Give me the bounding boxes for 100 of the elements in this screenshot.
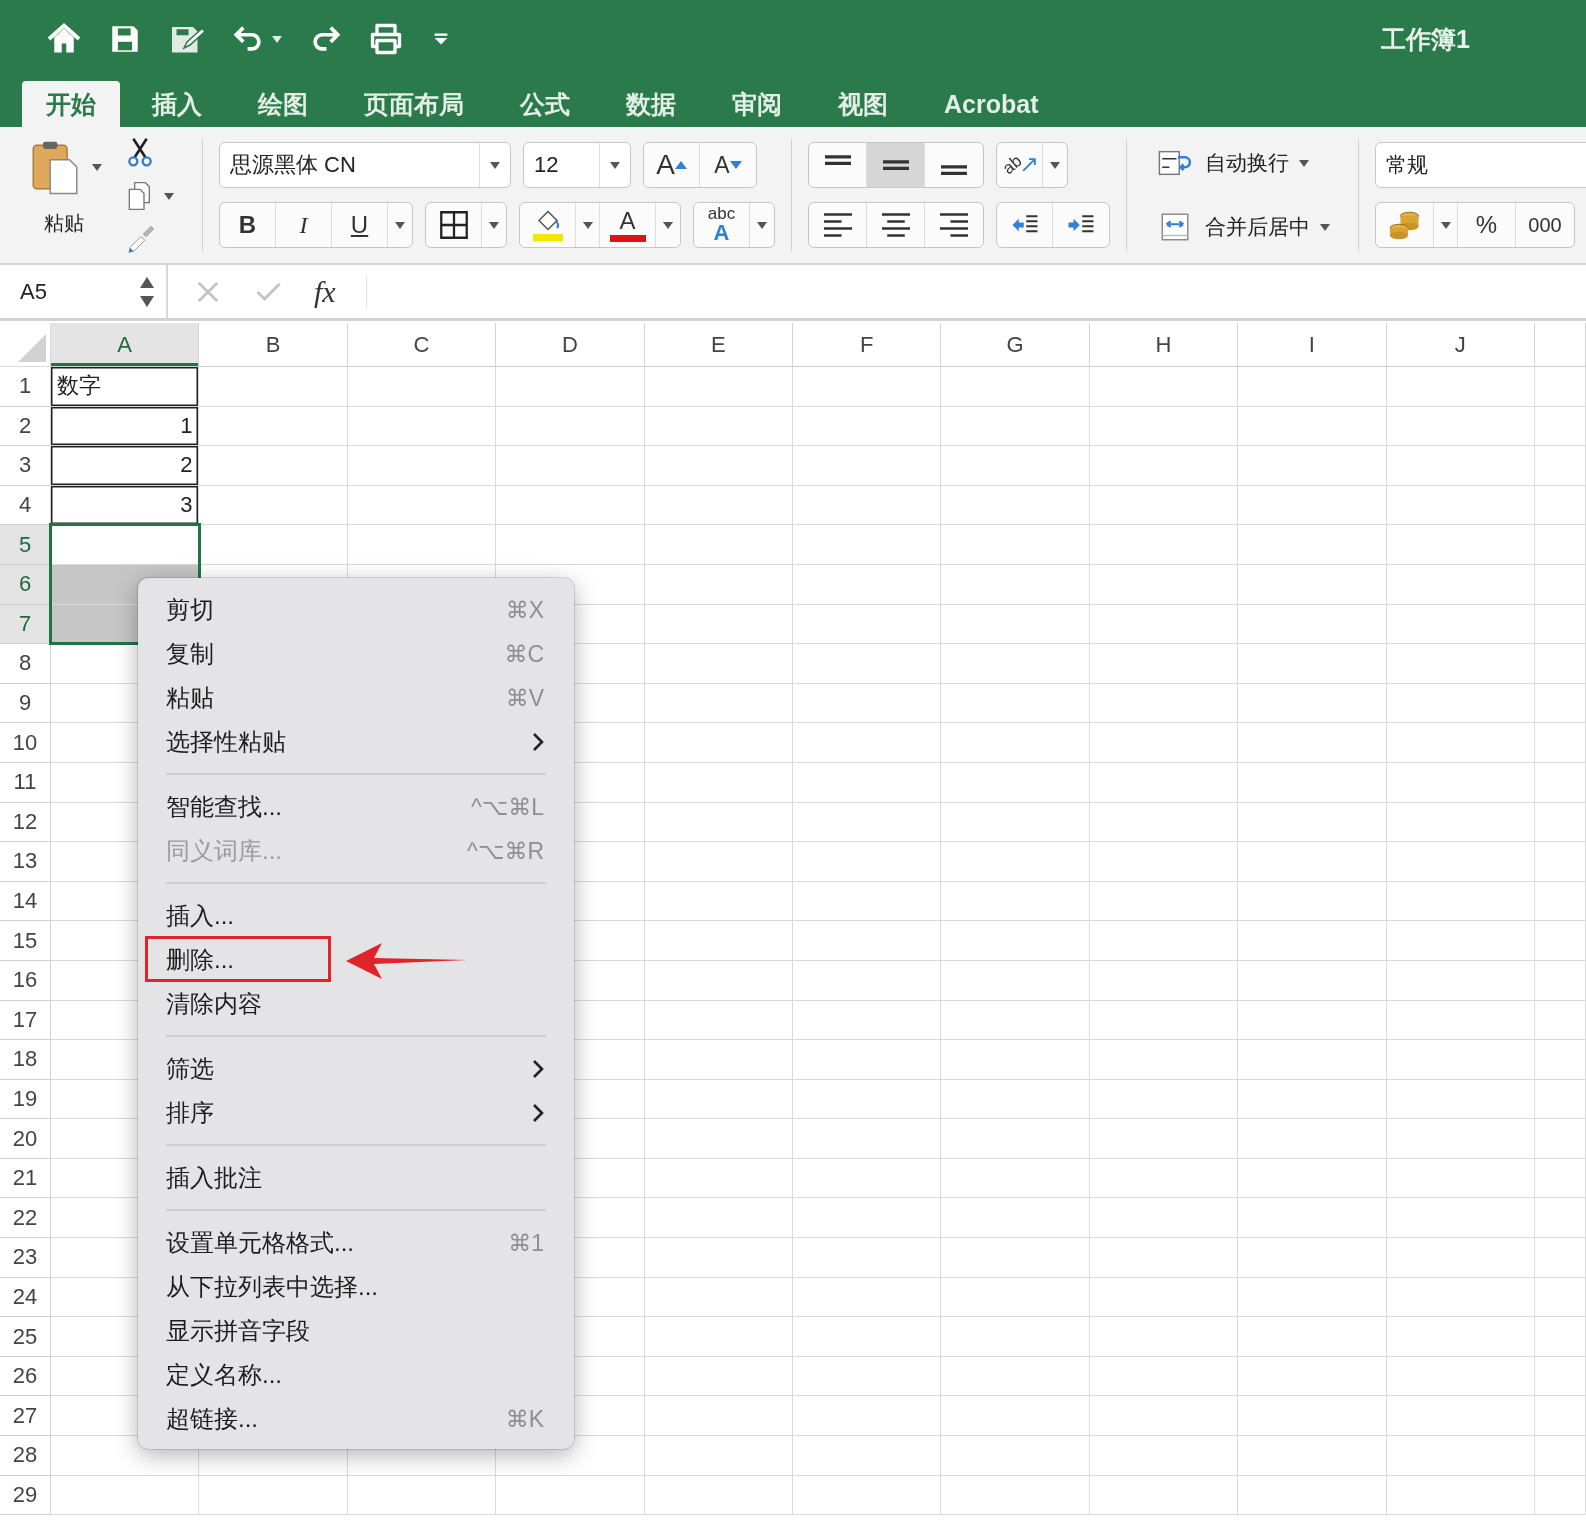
menu-item[interactable]: 超链接... ⌘K — [138, 1397, 574, 1441]
name-box[interactable]: A5 — [0, 265, 168, 318]
column-header[interactable]: H — [1089, 323, 1239, 367]
column-header[interactable]: B — [199, 323, 348, 367]
menu-item[interactable]: 清除内容 — [138, 982, 574, 1026]
row-header[interactable]: 23 — [0, 1238, 51, 1278]
underline-button[interactable]: U — [332, 203, 388, 247]
row-header[interactable]: 2 — [0, 406, 51, 447]
row-header[interactable]: 7 — [0, 604, 51, 645]
column-header[interactable]: E — [644, 323, 793, 367]
caret-icon[interactable] — [490, 161, 500, 169]
ribbon-tab[interactable]: 数据 — [602, 81, 700, 127]
caret-icon[interactable] — [164, 192, 174, 200]
column-header[interactable]: A — [51, 323, 200, 367]
ribbon-tab[interactable]: 公式 — [496, 81, 594, 127]
orientation-button[interactable]: ab — [997, 143, 1043, 187]
caret-icon[interactable] — [1440, 221, 1451, 229]
column-header[interactable]: D — [496, 323, 645, 367]
ribbon-tab[interactable]: 审阅 — [708, 81, 806, 127]
row-header[interactable]: 1 — [0, 367, 51, 407]
menu-item[interactable]: 插入批注 — [138, 1156, 574, 1200]
row-header[interactable]: 12 — [0, 802, 51, 843]
caret-icon[interactable] — [92, 163, 102, 171]
caret-icon[interactable] — [582, 221, 593, 229]
cell: 3 — [51, 485, 200, 526]
font-color-button[interactable]: A — [600, 203, 656, 247]
ribbon-tab[interactable]: 页面布局 — [340, 81, 488, 127]
bold-button[interactable]: B — [220, 203, 276, 247]
number-format-field[interactable]: 常规 — [1375, 142, 1586, 188]
row-header[interactable]: 4 — [0, 485, 51, 526]
shrink-font-button[interactable]: A — [700, 143, 756, 187]
row-header[interactable]: 3 — [0, 446, 51, 486]
row-header[interactable]: 8 — [0, 644, 51, 684]
ribbon-tab[interactable]: 开始 — [22, 81, 120, 127]
row-header[interactable]: 18 — [0, 1040, 51, 1080]
percent-button[interactable]: % — [1458, 203, 1516, 247]
row-header[interactable]: 25 — [0, 1317, 51, 1357]
menu-item[interactable]: 删除... — [138, 938, 574, 982]
row-header[interactable]: 26 — [0, 1356, 51, 1397]
column-header[interactable]: G — [941, 323, 1090, 367]
font-name-field[interactable]: 思源黑体 CN — [219, 142, 511, 188]
column-header[interactable]: I — [1238, 323, 1387, 367]
row-header[interactable]: 13 — [0, 842, 51, 882]
row-header[interactable]: 20 — [0, 1119, 51, 1159]
comma-style-button[interactable]: 000 — [1516, 203, 1574, 247]
print-button[interactable] — [368, 21, 404, 57]
row-header[interactable]: 5 — [0, 525, 51, 565]
insert-function-button[interactable]: fx — [314, 274, 336, 309]
row-header[interactable]: 27 — [0, 1396, 51, 1437]
caret-icon[interactable] — [1299, 159, 1309, 167]
caret-icon[interactable] — [757, 221, 767, 229]
menu-item[interactable]: 粘贴 ⌘V — [138, 676, 574, 720]
grow-font-button[interactable]: A — [644, 143, 700, 187]
caret-icon[interactable] — [272, 35, 282, 43]
ribbon-tab[interactable]: 插入 — [128, 81, 226, 127]
italic-button[interactable]: I — [276, 203, 332, 247]
ribbon-tab[interactable]: 绘图 — [234, 81, 332, 127]
row-header[interactable]: 10 — [0, 723, 51, 763]
merge-center-button[interactable]: 合并后居中 — [1155, 210, 1330, 244]
menu-item[interactable]: 智能查找... ^⌥⌘L — [138, 785, 574, 829]
caret-icon[interactable] — [1050, 161, 1060, 169]
ribbon-tab[interactable]: 视图 — [814, 81, 912, 127]
column-header[interactable]: F — [792, 323, 942, 367]
caret-icon[interactable] — [395, 221, 405, 229]
row-header[interactable]: 28 — [0, 1436, 51, 1476]
row-header[interactable]: 21 — [0, 1158, 51, 1199]
column-header[interactable]: J — [1386, 323, 1535, 367]
row-header[interactable]: 24 — [0, 1277, 51, 1318]
row-header[interactable]: 11 — [0, 762, 51, 803]
row-header[interactable]: 9 — [0, 683, 51, 724]
menu-item[interactable]: 定义名称... — [138, 1353, 574, 1397]
menu-item[interactable]: 筛选 — [138, 1047, 574, 1091]
caret-icon[interactable] — [489, 221, 499, 229]
font-size-field[interactable]: 12 — [523, 142, 631, 188]
row-header[interactable]: 29 — [0, 1475, 51, 1516]
menu-item[interactable]: 选择性粘贴 — [138, 720, 574, 764]
row-header[interactable]: 17 — [0, 1000, 51, 1041]
ribbon-tab[interactable]: Acrobat — [920, 81, 1063, 127]
menu-item[interactable]: 从下拉列表中选择... — [138, 1265, 574, 1309]
caret-icon[interactable] — [1320, 223, 1330, 231]
menu-item[interactable]: 剪切 ⌘X — [138, 588, 574, 632]
menu-item[interactable]: 设置单元格格式... ⌘1 — [138, 1221, 574, 1265]
row-header[interactable]: 6 — [0, 564, 51, 605]
row-header[interactable]: 22 — [0, 1198, 51, 1239]
align-button[interactable] — [867, 143, 925, 187]
wrap-text-button[interactable]: 自动换行 — [1155, 146, 1330, 180]
row-header[interactable]: 16 — [0, 960, 51, 1001]
row-header[interactable]: 19 — [0, 1079, 51, 1120]
caret-icon[interactable] — [610, 161, 620, 169]
column-header[interactable]: C — [347, 323, 497, 367]
diagonal-arrow-icon — [1021, 158, 1036, 172]
menu-item[interactable]: 显示拼音字段 — [138, 1309, 574, 1353]
menu-item[interactable]: 排序 — [138, 1091, 574, 1135]
menu-item[interactable]: 插入... — [138, 894, 574, 938]
caret-icon[interactable] — [663, 221, 673, 229]
row-header[interactable]: 14 — [0, 881, 51, 922]
paste-label[interactable]: 粘贴 — [44, 210, 84, 237]
row-header[interactable]: 15 — [0, 921, 51, 961]
menu-item[interactable]: 复制 ⌘C — [138, 632, 574, 676]
phonetic-guide-button[interactable]: abc A — [694, 203, 750, 247]
